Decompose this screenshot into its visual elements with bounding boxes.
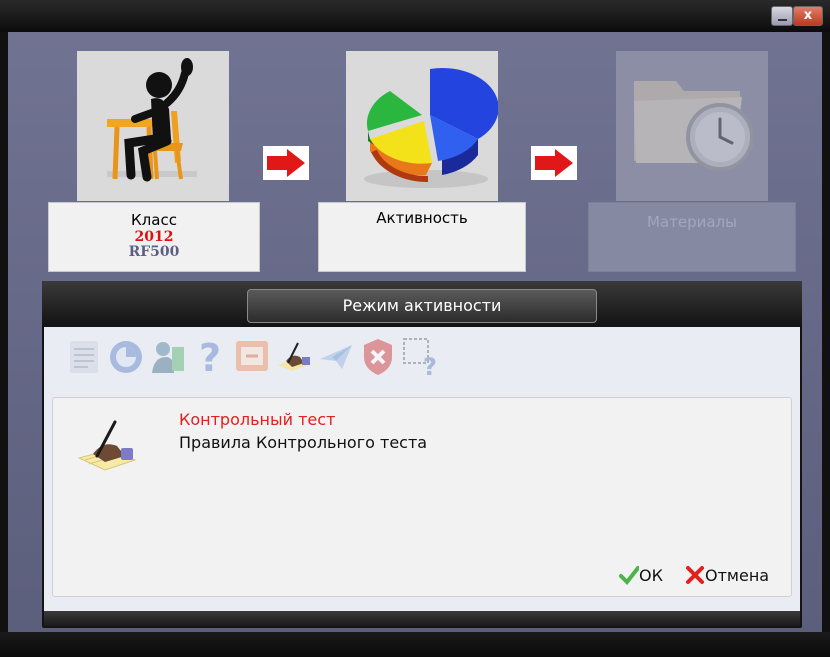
- class-model: RF500: [128, 244, 180, 260]
- cancel-button[interactable]: Отмена: [685, 564, 769, 588]
- close-icon: x: [803, 8, 813, 23]
- svg-text:?: ?: [423, 353, 437, 377]
- ok-label: ОК: [639, 566, 663, 585]
- arrow-right-icon: [531, 146, 577, 180]
- title-bar: x: [0, 0, 830, 32]
- svg-text:?: ?: [199, 336, 221, 377]
- test-rules-link[interactable]: Правила Контрольного теста: [179, 433, 427, 452]
- step-materials-title: Материалы: [647, 213, 737, 231]
- paper-plane-icon[interactable]: [316, 335, 356, 377]
- minimize-button[interactable]: [771, 6, 793, 26]
- folder-clock-icon: [634, 81, 754, 171]
- question-icon[interactable]: ?: [190, 335, 230, 380]
- dialog-title: Режим активности: [247, 289, 597, 323]
- cancel-label: Отмена: [705, 566, 770, 585]
- shield-x-icon[interactable]: [358, 335, 398, 377]
- calendar-icon[interactable]: [64, 335, 104, 377]
- student-figure-icon: [107, 58, 197, 182]
- test-name: Контрольный тест: [179, 410, 336, 429]
- class-year: 2012: [134, 229, 174, 245]
- step-materials-label: Материалы: [588, 202, 796, 272]
- application-window: x Класс 2012 RF500 Активность Материалы …: [0, 0, 830, 657]
- chart-refresh-icon[interactable]: [106, 335, 146, 377]
- step-activity-title: Активность: [376, 209, 468, 227]
- ok-button[interactable]: ОК: [619, 564, 663, 588]
- step-class-label[interactable]: Класс 2012 RF500: [48, 202, 260, 272]
- close-icon: [686, 566, 704, 584]
- step-activity-label[interactable]: Активность: [318, 202, 526, 272]
- activity-mode-dialog: Режим активности ? ? Контрольный тест Пр…: [42, 281, 802, 628]
- step-class-tile[interactable]: [77, 51, 229, 201]
- activity-toolbar: ? ?: [44, 327, 800, 383]
- selection-question-icon[interactable]: ?: [400, 335, 440, 381]
- step-activity-tile[interactable]: [346, 51, 499, 201]
- signing-hand-icon: [75, 414, 139, 478]
- check-icon: [619, 566, 640, 586]
- person-book-icon[interactable]: [148, 335, 188, 377]
- pie-chart-icon: [364, 67, 499, 188]
- step-materials-tile: [616, 51, 768, 201]
- step-class-title: Класс: [131, 211, 177, 229]
- signing-hand-icon[interactable]: [274, 335, 314, 377]
- dialog-body: ? ? Контрольный тест Правила Контрольног…: [44, 327, 800, 611]
- presentation-icon[interactable]: [232, 335, 272, 377]
- bottom-bar: [0, 632, 830, 657]
- close-button[interactable]: x: [793, 6, 823, 26]
- dialog-header: Режим активности: [42, 281, 802, 327]
- arrow-right-icon: [263, 146, 309, 180]
- activity-info-panel: Контрольный тест Правила Контрольного те…: [52, 397, 792, 597]
- dialog-footer: [44, 611, 800, 626]
